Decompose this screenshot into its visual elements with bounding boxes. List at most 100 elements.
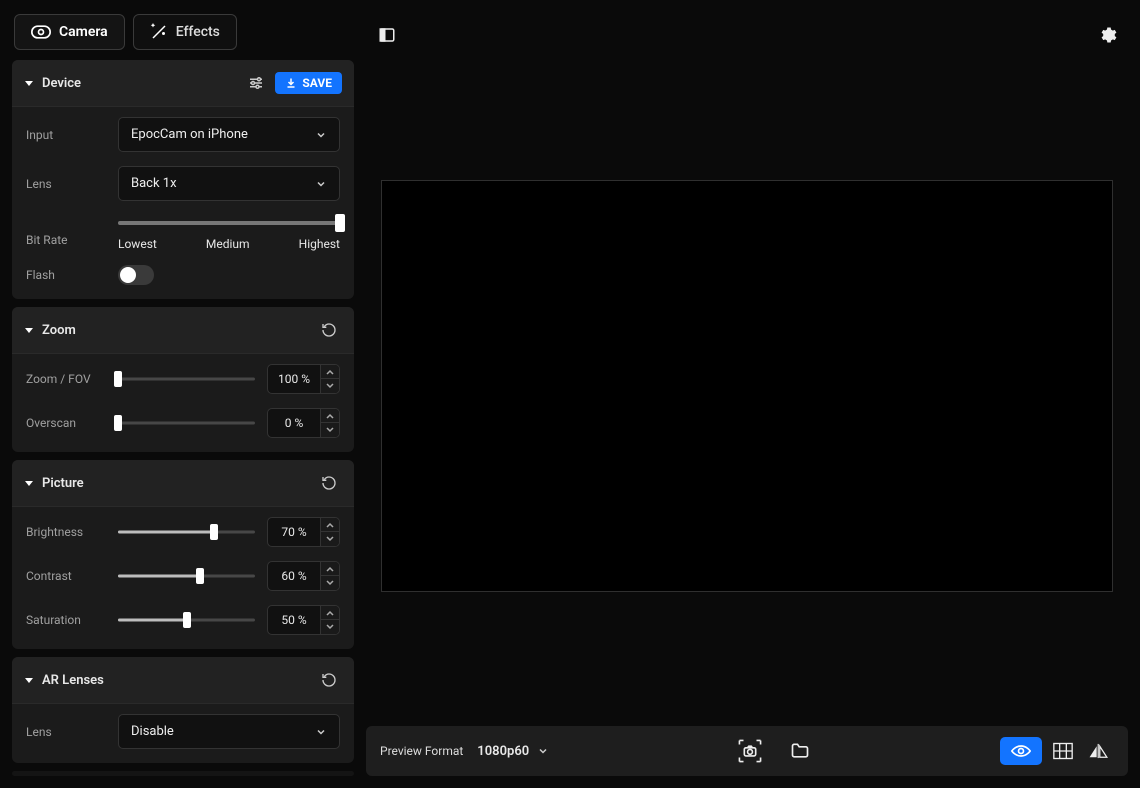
triangle-down-icon [24,675,34,685]
overscan-stepper[interactable]: 0 % [267,408,340,438]
contrast-label: Contrast [26,569,106,583]
overscan-slider[interactable] [118,415,255,431]
ar-reset-button[interactable] [316,667,342,693]
eye-icon [1011,743,1031,759]
zoom-fov-value: 100 % [268,365,320,393]
saturation-thumb[interactable] [183,612,191,628]
overscan-down[interactable] [321,423,339,437]
triangle-down-icon [24,325,34,335]
panel-picture-header: Picture [12,460,354,507]
bitrate-label: Bit Rate [26,215,106,247]
grid-toggle-button[interactable] [1048,736,1078,766]
bitrate-slider[interactable] [118,215,340,231]
flash-toggle[interactable] [118,265,154,285]
tab-camera-label: Camera [59,24,108,40]
saturation-slider[interactable] [118,612,255,628]
zoom-fov-stepper[interactable]: 100 % [267,364,340,394]
device-input-label: Input [26,128,106,142]
bitrate-thumb[interactable] [335,214,345,232]
camera-capture-icon [737,738,763,764]
grid-icon [1053,742,1073,760]
panel-ar-title-wrap[interactable]: AR Lenses [24,673,316,688]
bitrate-labels: Lowest Medium Highest [118,237,340,251]
tab-camera[interactable]: Camera [14,14,125,50]
bitrate-med: Medium [206,237,250,251]
reset-icon [321,672,337,688]
ar-lens-select[interactable]: Disable [118,714,340,749]
picture-reset-button[interactable] [316,470,342,496]
settings-button[interactable] [1092,20,1122,50]
sidebar-filler [12,771,354,776]
contrast-up[interactable] [321,562,339,576]
wand-icon [150,23,168,41]
chevron-down-icon [315,129,327,141]
overscan-value: 0 % [268,409,320,437]
zoom-reset-button[interactable] [316,317,342,343]
brightness-value: 70 % [268,518,320,546]
device-lens-label: Lens [26,177,106,191]
adjustments-icon[interactable] [243,70,269,96]
brightness-stepper[interactable]: 70 % [267,517,340,547]
tab-effects-label: Effects [176,24,220,40]
open-folder-button[interactable] [785,736,815,766]
zoom-fov-thumb[interactable] [114,371,122,387]
brightness-label: Brightness [26,525,106,539]
overscan-thumb[interactable] [114,415,122,431]
preview-format-label: Preview Format [380,744,463,758]
preview-area [366,58,1128,714]
main-topbar [366,12,1128,58]
bitrate-low: Lowest [118,237,157,251]
gear-icon [1097,25,1117,45]
main-area: Preview Format 1080p60 [366,12,1128,776]
saturation-up[interactable] [321,606,339,620]
saturation-down[interactable] [321,620,339,634]
brightness-down[interactable] [321,532,339,546]
panel-zoom-title: Zoom [42,323,76,338]
brightness-slider[interactable] [118,524,255,540]
bottom-bar: Preview Format 1080p60 [366,726,1128,776]
panel-ar-lenses: AR Lenses Lens Disable [12,657,354,763]
triangle-down-icon [24,78,34,88]
device-lens-select[interactable]: Back 1x [118,166,340,201]
contrast-down[interactable] [321,576,339,590]
overscan-up[interactable] [321,409,339,423]
reset-icon [321,322,337,338]
preview-format-value: 1080p60 [477,744,529,759]
zoom-fov-down[interactable] [321,379,339,393]
contrast-value: 60 % [268,562,320,590]
snapshot-button[interactable] [735,736,765,766]
tabs-row: Camera Effects [12,12,354,52]
tab-effects[interactable]: Effects [133,14,237,50]
panel-zoom: Zoom Zoom / FOV 100 % [12,307,354,452]
preview-format-select[interactable]: 1080p60 [477,744,549,759]
save-label: SAVE [302,76,332,90]
panel-device-header: Device SAVE [12,60,354,107]
zoom-fov-slider[interactable] [118,371,255,387]
saturation-label: Saturation [26,613,106,627]
save-button[interactable]: SAVE [275,72,342,94]
panel-zoom-title-wrap[interactable]: Zoom [24,323,316,338]
camera-icon [31,25,51,39]
flash-label: Flash [26,268,106,282]
collapse-sidebar-button[interactable] [372,20,402,50]
ar-lens-value: Disable [131,724,174,739]
download-icon [285,77,297,89]
device-lens-value: Back 1x [131,176,177,191]
contrast-thumb[interactable] [196,568,204,584]
toggle-knob [120,267,136,283]
saturation-value: 50 % [268,606,320,634]
panel-device-title-wrap[interactable]: Device [24,76,243,91]
flip-toggle-button[interactable] [1084,736,1114,766]
contrast-slider[interactable] [118,568,255,584]
zoom-fov-up[interactable] [321,365,339,379]
panel-device-title: Device [42,76,81,91]
contrast-stepper[interactable]: 60 % [267,561,340,591]
panel-picture-title-wrap[interactable]: Picture [24,476,316,491]
device-input-select[interactable]: EpocCam on iPhone [118,117,340,152]
brightness-thumb[interactable] [210,524,218,540]
saturation-stepper[interactable]: 50 % [267,605,340,635]
chevron-down-icon [537,745,549,757]
preview-toggle-button[interactable] [1000,737,1042,765]
panel-ar-header: AR Lenses [12,657,354,704]
brightness-up[interactable] [321,518,339,532]
